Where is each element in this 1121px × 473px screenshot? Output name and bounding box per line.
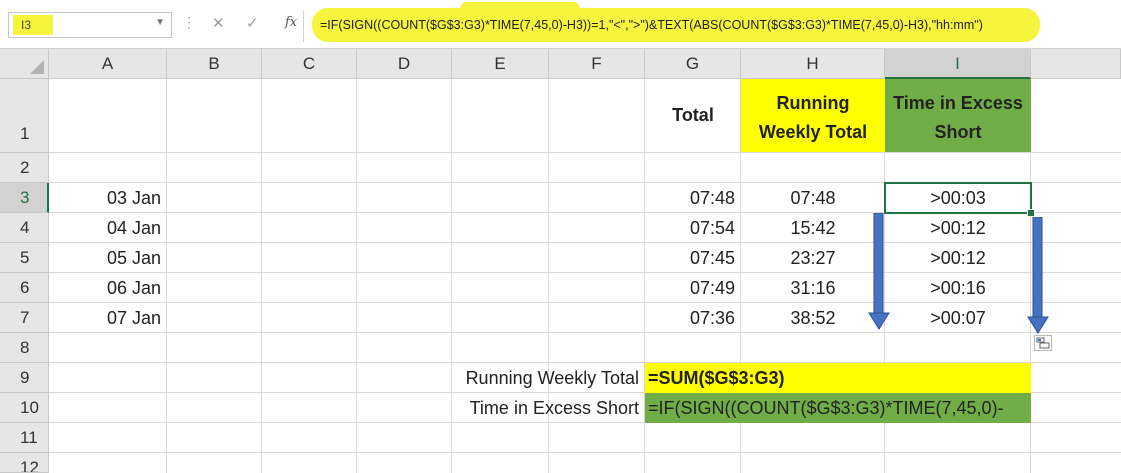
formula-bar: I3 ▼ ⋮ ✕ ✓ fx =IF(SIGN((COUNT($G$3:G3)*T… xyxy=(0,0,1121,48)
row-header-10[interactable]: 10 xyxy=(0,393,49,423)
select-all-triangle-icon xyxy=(30,60,44,74)
date-cell[interactable]: 03 Jan xyxy=(49,183,167,213)
header-running-line2: Weekly Total xyxy=(758,122,868,142)
header-time-in-excess[interactable]: Time in Excess Short xyxy=(885,79,1031,152)
date-cell[interactable]: 05 Jan xyxy=(49,243,167,273)
total-cell[interactable]: 07:54 xyxy=(645,213,741,243)
gridline xyxy=(261,79,262,473)
date-cell[interactable]: 07 Jan xyxy=(49,303,167,333)
worksheet-grid: A B C D E F G H I 1 2 3 4 5 6 7 8 9 10 1… xyxy=(0,49,1121,473)
note-label-running[interactable]: Running Weekly Total xyxy=(357,363,645,393)
enter-icon[interactable]: ✓ xyxy=(246,14,259,32)
quick-analysis-button[interactable] xyxy=(1034,335,1052,351)
name-box[interactable]: I3 ▼ xyxy=(8,12,172,38)
row-header-6[interactable]: 6 xyxy=(0,273,49,303)
row-header-8[interactable]: 8 xyxy=(0,333,49,363)
row-header-9[interactable]: 9 xyxy=(0,363,49,393)
quick-analysis-icon xyxy=(1036,337,1050,349)
column-header-i[interactable]: I xyxy=(885,49,1031,79)
header-excess-line1: Time in Excess xyxy=(893,93,1023,113)
row-header-11[interactable]: 11 xyxy=(0,423,49,453)
arrow-down-icon xyxy=(868,213,890,330)
row-header-12[interactable]: 12 xyxy=(0,453,49,473)
column-header-a[interactable]: A xyxy=(49,49,167,79)
running-total-cell[interactable]: 15:42 xyxy=(741,213,885,243)
column-header-f[interactable]: F xyxy=(549,49,645,79)
note-formula-running[interactable]: =SUM($G$3:G3) xyxy=(645,363,1031,393)
column-header-h[interactable]: H xyxy=(741,49,885,79)
formula-input[interactable]: =IF(SIGN((COUNT($G$3:G3)*TIME(7,45,0)-H3… xyxy=(320,18,983,32)
note-label-excess[interactable]: Time in Excess Short xyxy=(357,393,645,423)
column-header-e[interactable]: E xyxy=(452,49,549,79)
fill-handle[interactable] xyxy=(1027,209,1035,217)
row-header-2[interactable]: 2 xyxy=(0,153,49,183)
excess-cell[interactable]: >00:16 xyxy=(885,273,1031,303)
header-running-line1: Running xyxy=(776,93,850,113)
name-box-value: I3 xyxy=(21,18,32,32)
more-options-icon: ⋮ xyxy=(182,14,196,30)
header-excess-line2: Short xyxy=(934,122,982,142)
gridline xyxy=(49,152,1121,153)
arrow-down-icon xyxy=(1027,217,1049,334)
row-header-1[interactable]: 1 xyxy=(0,79,49,153)
running-total-cell[interactable]: 23:27 xyxy=(741,243,885,273)
column-header-g[interactable]: G xyxy=(645,49,741,79)
name-box-highlight xyxy=(13,15,53,35)
date-cell[interactable]: 04 Jan xyxy=(49,213,167,243)
column-header-b[interactable]: B xyxy=(167,49,262,79)
select-all-button[interactable] xyxy=(0,49,49,79)
row-header-4[interactable]: 4 xyxy=(0,213,49,243)
excess-cell[interactable]: >00:12 xyxy=(885,213,1031,243)
column-header-c[interactable]: C xyxy=(262,49,357,79)
excess-cell[interactable]: >00:07 xyxy=(885,303,1031,333)
total-cell[interactable]: 07:45 xyxy=(645,243,741,273)
row-header-3[interactable]: 3 xyxy=(0,183,49,213)
column-header-d[interactable]: D xyxy=(357,49,452,79)
cancel-icon[interactable]: ✕ xyxy=(212,14,225,32)
running-total-cell[interactable]: 38:52 xyxy=(741,303,885,333)
column-header-j[interactable] xyxy=(1031,49,1121,79)
date-cell[interactable]: 06 Jan xyxy=(49,273,167,303)
header-total[interactable]: Total xyxy=(645,79,741,152)
excess-cell[interactable]: >00:12 xyxy=(885,243,1031,273)
total-cell[interactable]: 07:36 xyxy=(645,303,741,333)
chevron-down-icon[interactable]: ▼ xyxy=(155,17,165,28)
running-total-cell[interactable]: 31:16 xyxy=(741,273,885,303)
note-formula-excess[interactable]: =IF(SIGN((COUNT($G$3:G3)*TIME(7,45,0)- xyxy=(645,393,1031,423)
active-cell-selection xyxy=(884,182,1032,214)
gridline xyxy=(49,452,1121,453)
total-cell[interactable]: 07:49 xyxy=(645,273,741,303)
row-header-5[interactable]: 5 xyxy=(0,243,49,273)
total-cell[interactable]: 07:48 xyxy=(645,183,741,213)
insert-function-icon[interactable]: fx xyxy=(285,15,297,30)
running-total-cell[interactable]: 07:48 xyxy=(741,183,885,213)
header-running-weekly-total[interactable]: Running Weekly Total xyxy=(741,79,885,152)
row-header-7[interactable]: 7 xyxy=(0,303,49,333)
